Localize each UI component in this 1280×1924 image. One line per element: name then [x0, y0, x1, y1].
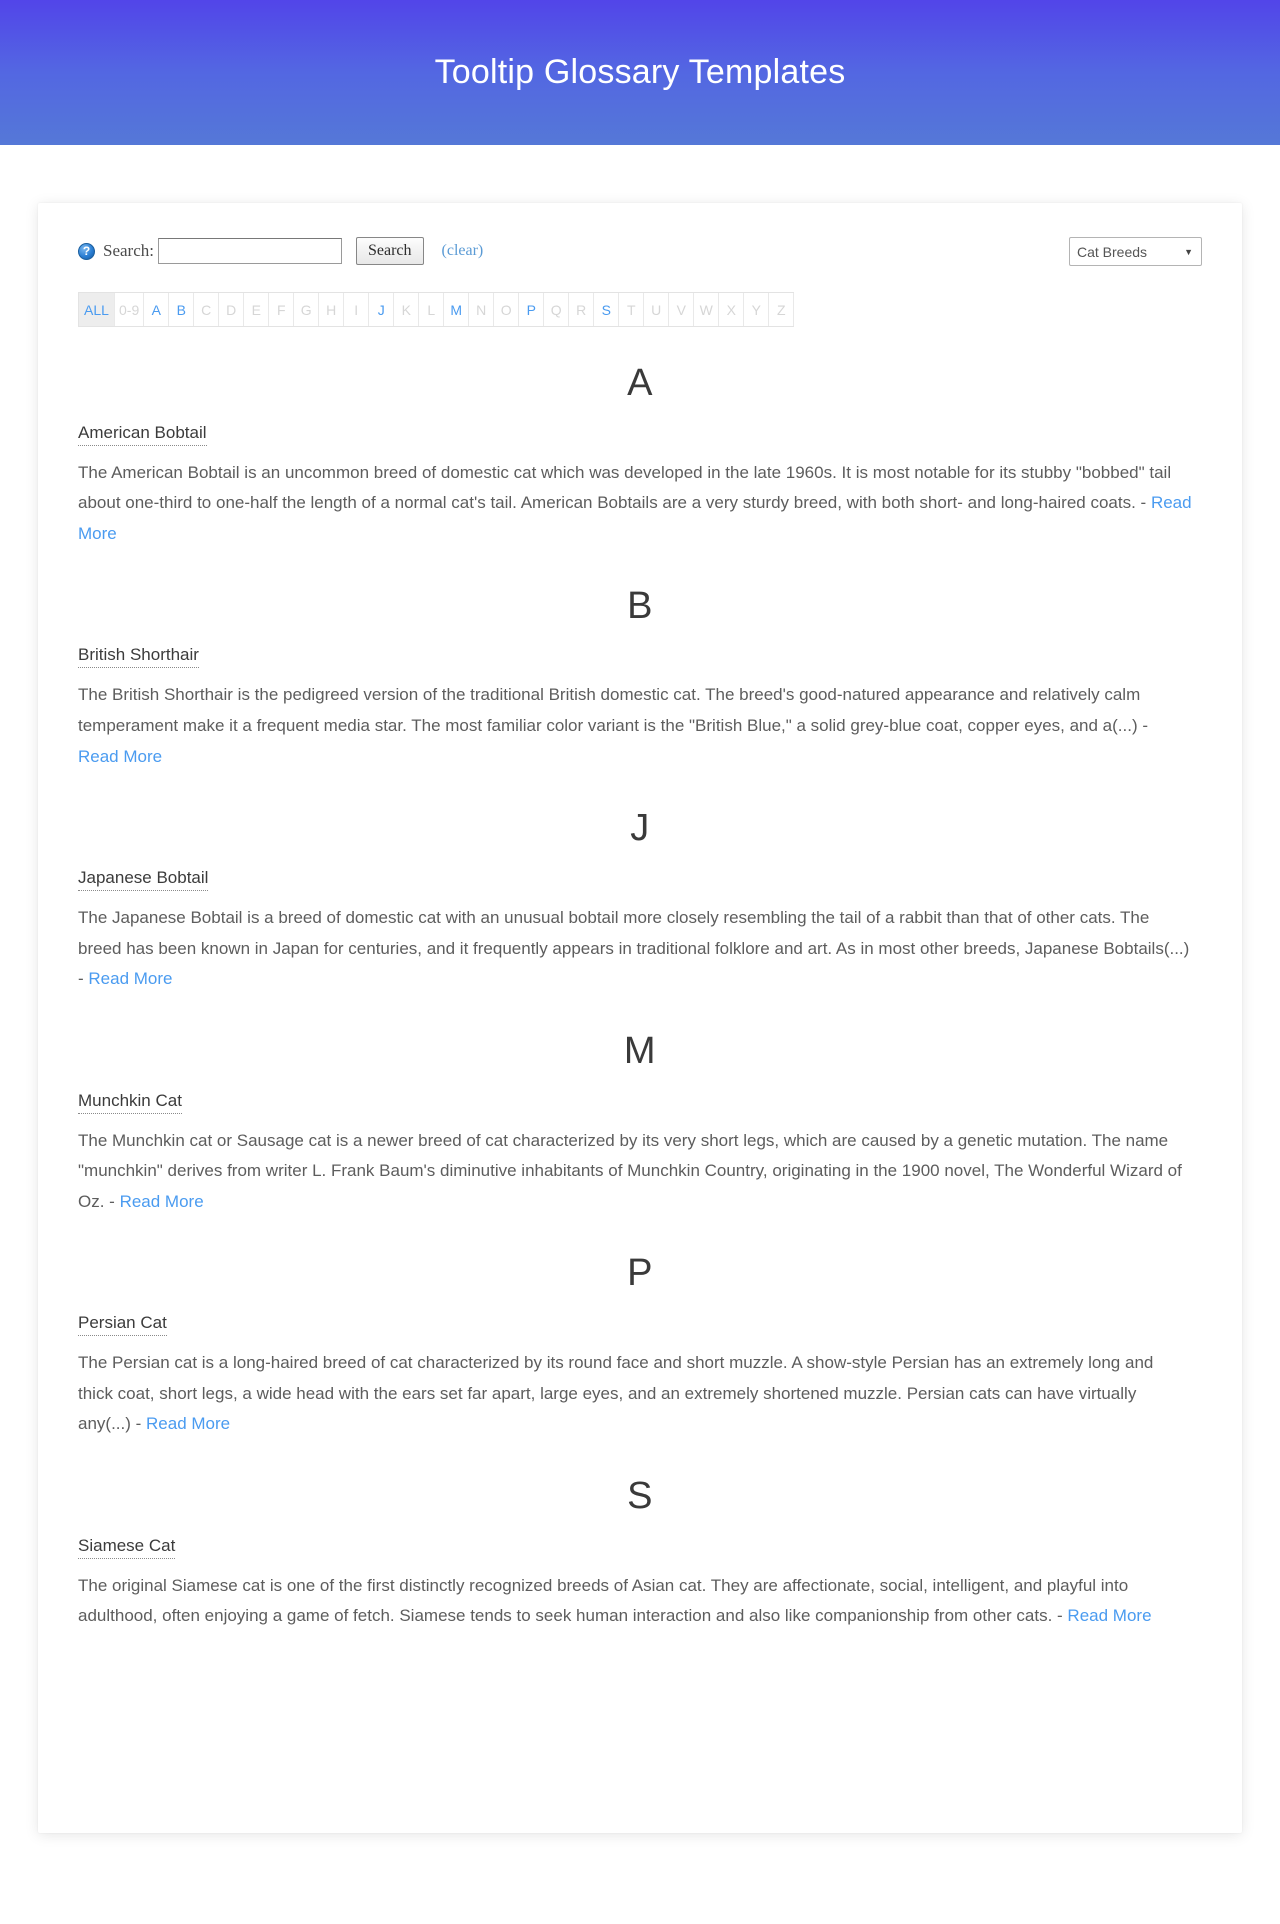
glossary-term-description: The Japanese Bobtail is a breed of domes… [78, 903, 1193, 995]
alpha-item-n: N [469, 293, 495, 326]
glossary-term-description: The Munchkin cat or Sausage cat is a new… [78, 1126, 1193, 1218]
glossary-term-select[interactable]: Cat Breeds [1069, 237, 1202, 266]
page-title: Tooltip Glossary Templates [434, 53, 846, 92]
letter-heading: S [627, 1474, 653, 1517]
alpha-item-b[interactable]: B [169, 293, 195, 326]
alpha-item-j[interactable]: J [369, 293, 395, 326]
page-header: Tooltip Glossary Templates [0, 0, 1280, 145]
alpha-item-p[interactable]: P [519, 293, 545, 326]
alpha-item-i: I [344, 293, 370, 326]
letter-heading: J [630, 807, 650, 850]
alpha-item-s[interactable]: S [594, 293, 620, 326]
glossary-section: P Persian Cat The Persian cat is a long-ha… [78, 1253, 1202, 1440]
letter-heading: M [623, 1029, 657, 1072]
glossary-description-text: The British Shorthair is the pedigreed v… [78, 685, 1149, 735]
glossary-term-block: Japanese Bobtail The Japanese Bobtail is … [78, 868, 1202, 995]
alpha-item-z: Z [769, 293, 795, 326]
glossary-term-title[interactable]: British Shorthair [78, 645, 199, 669]
glossary-term-title[interactable]: American Bobtail [78, 423, 207, 446]
glossary-description-text: The Japanese Bobtail is a breed of domes… [78, 907, 1190, 989]
alpha-item-m[interactable]: M [444, 293, 470, 326]
term-select-wrapper: Cat Breeds ▼ [1069, 237, 1202, 266]
glossary-term-title[interactable]: Japanese Bobtail [78, 868, 209, 891]
glossary-term-title[interactable]: Persian Cat [78, 1313, 167, 1337]
glossary-term-description: The American Bobtail is an uncommon bree… [78, 458, 1193, 550]
alpha-item-c: C [194, 293, 220, 326]
clear-link[interactable]: (clear) [442, 242, 484, 260]
glossary-toolbar: ? Search: Search (clear) Cat Breeds ▼ [78, 231, 1202, 266]
search-label: Search: [103, 241, 154, 260]
glossary-section: S Siamese Cat The original Siamese cat is … [78, 1474, 1202, 1632]
glossary-description-text: The American Bobtail is an uncommon bree… [78, 462, 1172, 513]
search-input[interactable] [157, 238, 342, 264]
search-group: ? Search: Search (clear) [78, 231, 483, 265]
read-more-link[interactable]: Read More [1067, 1606, 1151, 1625]
glossary-term-title[interactable]: Munchkin Cat [78, 1091, 182, 1114]
alpha-item-d: D [219, 293, 245, 326]
read-more-link[interactable]: Read More [146, 1414, 230, 1433]
read-more-link[interactable]: Read More [120, 1192, 204, 1211]
alpha-item-e: E [244, 293, 270, 326]
letter-heading: P [627, 1252, 653, 1295]
alpha-item-l: L [419, 293, 445, 326]
alpha-item-0-9: 0-9 [115, 293, 145, 326]
alpha-item-u: U [644, 293, 670, 326]
glossary-section: A American Bobtail The American Bobtail is… [78, 362, 1202, 550]
alpha-item-q: Q [544, 293, 570, 326]
alpha-item-v: V [669, 293, 695, 326]
glossary-term-block: American Bobtail The American Bobtail is … [78, 423, 1202, 550]
glossary-section: B British Shorthair The British Shorthair … [78, 584, 1202, 773]
alpha-item-y: Y [744, 293, 770, 326]
letter-heading: A [627, 362, 653, 404]
glossary-term-block: Munchkin Cat The Munchkin cat or Sausage … [78, 1091, 1202, 1218]
alpha-item-a[interactable]: A [144, 293, 170, 326]
glossary-description-text: The Munchkin cat or Sausage cat is a new… [78, 1130, 1182, 1211]
glossary-description-text: The original Siamese cat is one of the f… [78, 1575, 1129, 1626]
alphabet-index: ALL 0-9 A B C D E F G H I J K L M N O P Q R S T U V W X Y Z [78, 292, 795, 327]
search-button[interactable]: Search [355, 237, 424, 265]
glossary-term-title[interactable]: Siamese Cat [78, 1536, 176, 1559]
read-more-link[interactable]: Read More [78, 747, 162, 766]
alpha-item-o: O [494, 293, 520, 326]
glossary-term-description: The original Siamese cat is one of the f… [78, 1571, 1193, 1632]
glossary-description-text: The Persian cat is a long-haired breed o… [78, 1353, 1154, 1434]
glossary-section: J Japanese Bobtail The Japanese Bobtail is… [78, 807, 1202, 995]
glossary-term-block: Persian Cat The Persian cat is a long-hai… [78, 1313, 1202, 1440]
read-more-link[interactable]: Read More [88, 969, 172, 988]
alpha-item-w: W [694, 293, 720, 326]
alpha-item-t: T [619, 293, 645, 326]
glossary-section: M Munchkin Cat The Munchkin cat or Sausage… [78, 1029, 1202, 1218]
letter-heading: B [627, 584, 653, 627]
help-circle-icon[interactable]: ? [78, 242, 95, 260]
alpha-item-r: R [569, 293, 595, 326]
alpha-item-all[interactable]: ALL [79, 293, 115, 326]
glossary-term-block: British Shorthair The British Shorthair i… [78, 645, 1202, 772]
glossary-list: A American Bobtail The American Bobtail is… [78, 362, 1202, 1632]
alpha-item-h: H [319, 293, 345, 326]
glossary-term-block: Siamese Cat The original Siamese cat is o… [78, 1536, 1202, 1632]
alpha-item-f: F [269, 293, 295, 326]
glossary-term-description: The Persian cat is a long-haired breed o… [78, 1348, 1193, 1440]
alpha-item-g: G [294, 293, 320, 326]
card-wrapper: ? Search: Search (clear) Cat Breeds ▼ AL… [0, 145, 1280, 1921]
glossary-term-description: The British Shorthair is the pedigreed v… [78, 680, 1193, 772]
alpha-item-k: K [394, 293, 420, 326]
glossary-card: ? Search: Search (clear) Cat Breeds ▼ AL… [38, 203, 1242, 1833]
alpha-item-x: X [719, 293, 745, 326]
